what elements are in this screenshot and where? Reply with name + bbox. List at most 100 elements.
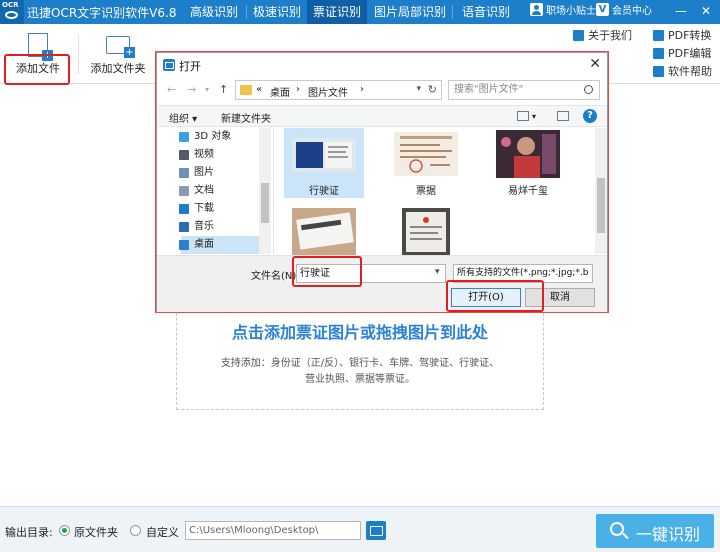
support-text-2: 营业执照、票据等票证。 — [305, 374, 415, 385]
help-icon — [653, 66, 664, 77]
tab-fast-recognition[interactable]: 极速识别 — [247, 0, 307, 24]
pdf-icon — [653, 30, 664, 41]
preview-pane-icon[interactable] — [557, 111, 569, 121]
forward-arrow-icon[interactable]: → — [187, 83, 196, 96]
file-name: 行驶证 — [309, 186, 339, 197]
vehicle-license-thumbnail — [292, 138, 356, 172]
address-dropdown-icon[interactable]: ▾ — [416, 84, 421, 94]
view-dropdown-icon[interactable]: ▾ — [532, 112, 536, 121]
address-bar[interactable]: « 桌面 › 图片文件 › ▾ ↻ — [235, 80, 442, 100]
breadcrumb-image-folder[interactable]: 图片文件 — [308, 84, 348, 99]
business-license-thumbnail — [402, 208, 450, 256]
add-folder-icon — [106, 36, 135, 58]
highlight-open-button — [446, 280, 544, 312]
desktop-icon — [179, 240, 189, 250]
add-folder-label: 添加文件夹 — [90, 62, 146, 75]
tree-scroll-thumb[interactable] — [261, 183, 269, 223]
help-icon[interactable]: ? — [583, 109, 597, 123]
picture-icon — [179, 168, 189, 178]
app-title: 迅捷OCR文字识别软件V6.8 — [27, 6, 177, 20]
tab-advanced-recognition[interactable]: 高级识别 — [182, 0, 246, 24]
tree-item-desktop[interactable]: 桌面 — [179, 236, 263, 254]
title-bar: OCR 迅捷OCR文字识别软件V6.8 高级识别 极速识别 票证识别 图片局部识… — [0, 0, 720, 24]
search-icon — [584, 85, 593, 94]
up-arrow-icon[interactable]: ↑ — [219, 83, 228, 96]
pdf-edit-icon — [653, 48, 664, 59]
cube-icon — [179, 132, 189, 142]
user-icon[interactable] — [530, 3, 543, 16]
file-name: 票据 — [416, 186, 436, 197]
app-logo: OCR — [0, 0, 24, 24]
invoice-thumbnail — [394, 132, 458, 176]
back-arrow-icon[interactable]: ← — [167, 83, 176, 96]
navigation-tree: 3D 对象 视频 图片 文档 下载 音乐 桌面 — [157, 128, 272, 254]
open-file-dialog: 打开 ✕ ← → ▾ ↑ « 桌面 › 图片文件 › ▾ ↻ 搜索"图片文件" … — [156, 52, 608, 312]
search-placeholder: 搜索"图片文件" — [454, 84, 524, 95]
tree-item-pictures[interactable]: 图片 — [179, 164, 263, 182]
tab-ticket-recognition[interactable]: 票证识别 — [307, 0, 367, 24]
music-icon — [179, 222, 189, 232]
custom-label[interactable]: 自定义 — [146, 524, 179, 540]
breadcrumb-separator: › — [296, 84, 300, 95]
search-icon — [610, 522, 624, 536]
toolbar-divider — [78, 34, 79, 74]
source-folder-label[interactable]: 原文件夹 — [74, 524, 118, 540]
browse-folder-button[interactable] — [366, 521, 386, 540]
member-center-link[interactable]: 会员中心 — [612, 3, 652, 21]
tree-item-videos[interactable]: 视频 — [179, 146, 263, 164]
user-icon — [573, 30, 584, 41]
minimize-button[interactable]: — — [671, 1, 691, 21]
bottom-bar: 输出目录: 原文件夹 自定义 C:\Users\Mloong\Desktop\ … — [0, 506, 720, 552]
tree-item-documents[interactable]: 文档 — [179, 182, 263, 200]
file-grid: 行驶证 票据 易烊千玺 — [273, 128, 595, 256]
tab-partial-image-recognition[interactable]: 图片局部识别 — [368, 0, 452, 24]
recognize-label: 一键识别 — [636, 525, 701, 544]
file-grid-scroll-thumb[interactable] — [597, 178, 605, 233]
address-row: ← → ▾ ↑ « 桌面 › 图片文件 › ▾ ↻ 搜索"图片文件" — [157, 77, 607, 103]
tree-item-3d-objects[interactable]: 3D 对象 — [179, 128, 263, 146]
folder-icon — [240, 85, 252, 95]
file-item[interactable]: 行驶证 — [284, 128, 364, 198]
add-folder-button[interactable]: 添加文件夹 — [86, 30, 150, 82]
output-path-input[interactable]: C:\Users\Mloong\Desktop\ — [185, 521, 361, 540]
tab-voice-recognition[interactable]: 语音识别 — [453, 0, 519, 24]
app-logo-text: OCR — [2, 1, 19, 9]
search-input[interactable]: 搜索"图片文件" — [448, 80, 600, 100]
refresh-icon[interactable]: ↻ — [428, 83, 437, 96]
breadcrumb-overflow[interactable]: « — [256, 84, 262, 95]
command-bar: 组织 ▾ 新建文件夹 ▾ ? — [157, 105, 607, 127]
file-name: 易烊千玺 — [508, 186, 548, 197]
dialog-title-bar: 打开 ✕ — [157, 53, 607, 77]
tree-item-music[interactable]: 音乐 — [179, 218, 263, 236]
breadcrumb-desktop[interactable]: 桌面 — [270, 84, 290, 99]
output-dir-label: 输出目录: — [5, 526, 53, 539]
photo-thumbnail — [496, 130, 560, 178]
radio-source-folder[interactable] — [59, 525, 70, 536]
filename-dropdown-icon[interactable]: ▾ — [435, 267, 440, 277]
support-text-1: 支持添加：身份证（正/反）、银行卡、车牌、驾驶证、行驶证、 — [220, 358, 500, 369]
download-icon — [179, 204, 189, 214]
dialog-app-icon — [163, 59, 175, 71]
tree-scrollbar[interactable] — [259, 128, 271, 254]
view-mode-icon[interactable] — [517, 111, 529, 121]
highlight-add-file — [4, 54, 70, 85]
dialog-title: 打开 — [179, 60, 201, 73]
new-folder-button[interactable]: 新建文件夹 — [221, 110, 271, 125]
document-icon — [179, 186, 189, 196]
tree-item-downloads[interactable]: 下载 — [179, 200, 263, 218]
highlight-filename — [292, 256, 362, 287]
file-grid-scrollbar[interactable] — [595, 128, 607, 254]
history-dropdown-icon[interactable]: ▾ — [205, 85, 209, 94]
close-button[interactable]: ✕ — [696, 1, 716, 21]
bank-card-thumbnail — [292, 208, 356, 256]
drop-title: 点击添加票证图片或拖拽图片到此处 — [231, 323, 488, 342]
file-item[interactable]: 易烊千玺 — [488, 128, 568, 198]
radio-custom[interactable] — [130, 525, 141, 536]
vip-icon[interactable]: V — [596, 3, 609, 16]
tips-link[interactable]: 职场小贴士 — [546, 3, 596, 21]
recognize-button[interactable]: 一键识别 — [596, 514, 714, 548]
file-item[interactable]: 票据 — [386, 128, 466, 198]
dialog-close-button[interactable]: ✕ — [589, 56, 601, 72]
breadcrumb-separator: › — [360, 84, 364, 95]
organize-menu[interactable]: 组织 ▾ — [169, 110, 197, 125]
